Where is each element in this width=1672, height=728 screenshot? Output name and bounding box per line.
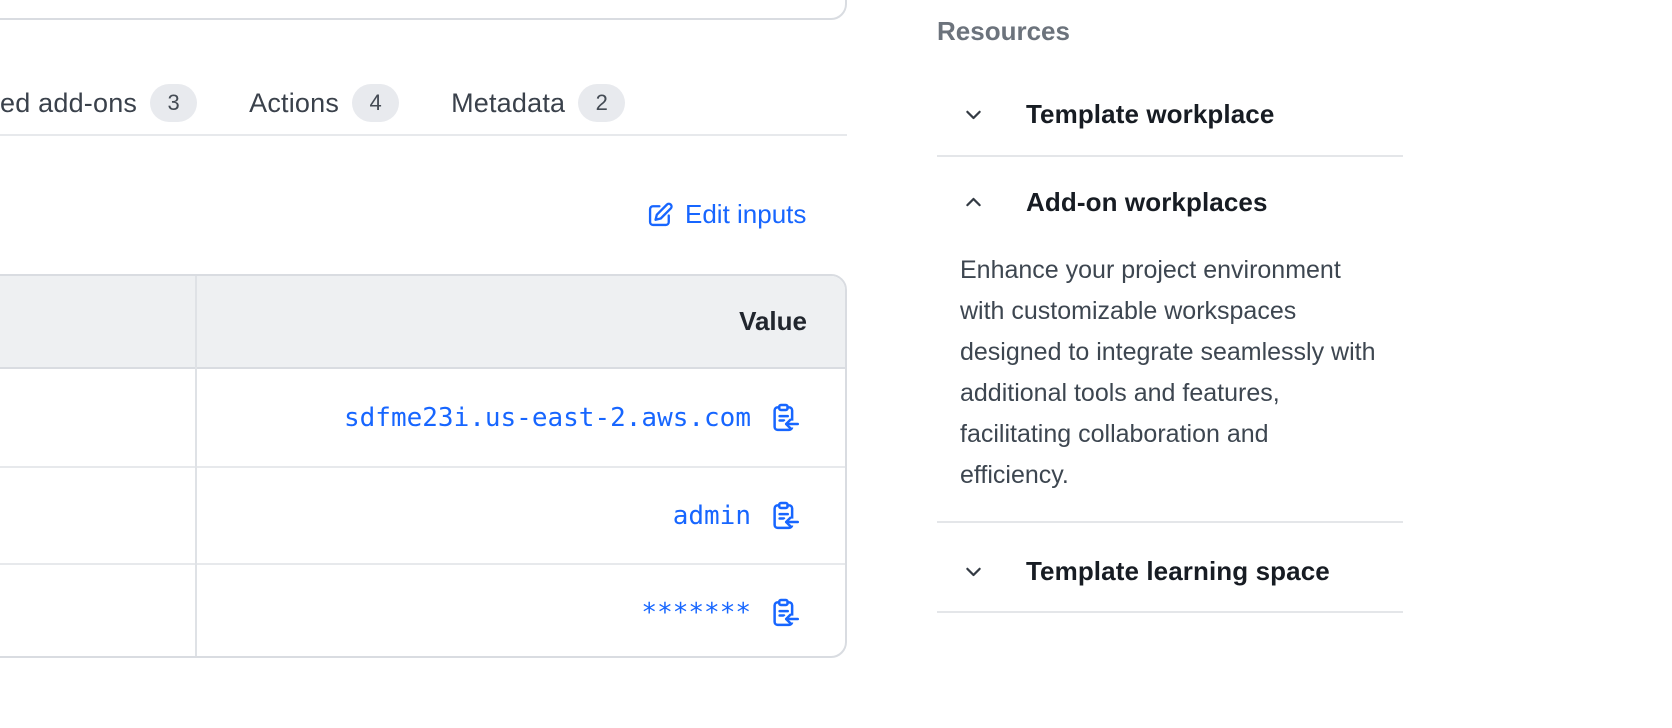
table-row: sdfme23i.us-east-2.aws.com <box>0 369 845 466</box>
accordion-add-on-workplaces[interactable]: Add-on workplaces <box>937 187 1403 218</box>
tab-metadata[interactable]: Metadata 2 <box>451 84 625 122</box>
copy-value-button[interactable] <box>769 501 799 531</box>
tabs-divider <box>0 134 847 136</box>
copy-value-button[interactable] <box>769 598 799 628</box>
input-value-password-masked: ******* <box>641 598 751 628</box>
value-column-header: Value <box>739 306 807 337</box>
accordion-description: Enhance your project environment with cu… <box>960 250 1384 496</box>
tab-installed-add-ons[interactable]: ed add-ons 3 <box>0 84 197 122</box>
edit-inputs-label: Edit inputs <box>685 199 806 230</box>
page: ed add-ons 3 Actions 4 Metadata 2 Edit i… <box>0 0 1672 728</box>
edit-inputs-button[interactable]: Edit inputs <box>646 199 806 230</box>
input-value-host: sdfme23i.us-east-2.aws.com <box>344 403 751 433</box>
edit-pencil-icon <box>646 201 674 229</box>
accordion-title: Add-on workplaces <box>1026 187 1268 218</box>
tab-label: Metadata <box>451 88 565 119</box>
clipboard-arrow-left-icon <box>769 598 799 628</box>
clipboard-arrow-left-icon <box>769 403 799 433</box>
tab-count-badge: 3 <box>150 84 197 122</box>
inputs-table: Value sdfme23i.us-east-2.aws.com <box>0 274 847 658</box>
accordion-title: Template workplace <box>1026 99 1274 130</box>
accordion-template-workplace[interactable]: Template workplace <box>937 99 1403 130</box>
top-card-bottom-edge <box>0 0 847 20</box>
clipboard-arrow-left-icon <box>769 501 799 531</box>
resources-panel-title: Resources <box>937 16 1070 47</box>
tab-count-badge: 2 <box>578 84 625 122</box>
tab-label: ed add-ons <box>0 88 137 119</box>
chevron-down-icon <box>963 104 984 125</box>
panel-divider <box>937 521 1403 523</box>
copy-value-button[interactable] <box>769 403 799 433</box>
input-value-username: admin <box>673 501 751 531</box>
chevron-down-icon <box>963 561 984 582</box>
detail-tabs: ed add-ons 3 Actions 4 Metadata 2 <box>0 81 625 125</box>
accordion-title: Template learning space <box>1026 556 1330 587</box>
tab-label: Actions <box>249 88 339 119</box>
table-row: ******* <box>0 563 845 658</box>
table-header-row: Value <box>0 276 845 369</box>
tab-count-badge: 4 <box>352 84 399 122</box>
table-row: admin <box>0 466 845 563</box>
tab-actions[interactable]: Actions 4 <box>249 84 399 122</box>
panel-divider <box>937 611 1403 613</box>
chevron-up-icon <box>963 192 984 213</box>
table-column-divider <box>195 276 197 656</box>
panel-divider <box>937 155 1403 157</box>
accordion-template-learning-space[interactable]: Template learning space <box>937 556 1403 587</box>
